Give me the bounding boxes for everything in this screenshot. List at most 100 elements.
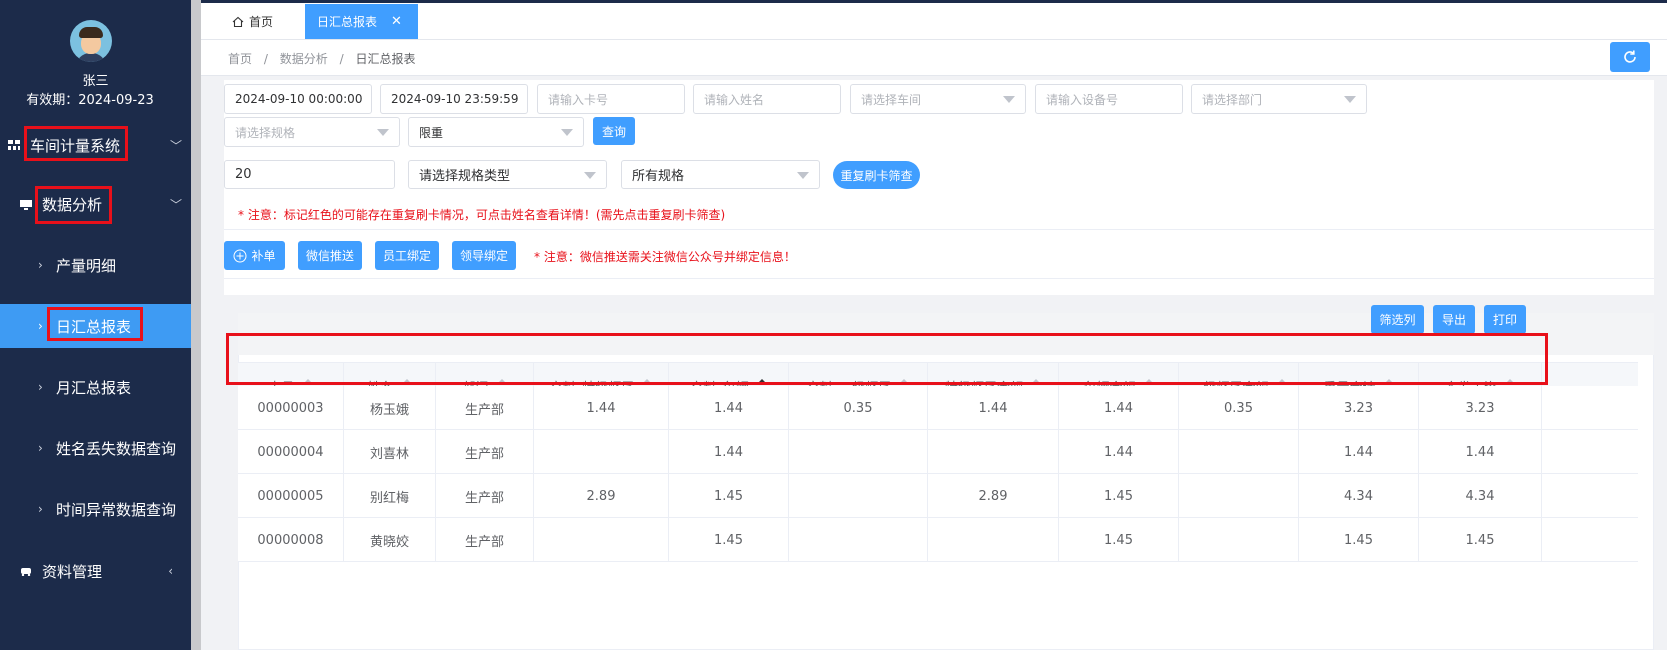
grid-icon — [8, 140, 20, 150]
table-cell: 4.34 — [1299, 474, 1419, 518]
sidebar-item-production-detail[interactable]: › 产量明细 — [0, 243, 191, 287]
limit-select[interactable]: 限重 — [408, 117, 584, 147]
name-cell[interactable]: 别红梅 — [344, 474, 436, 518]
sidebar-scrollbar[interactable] — [191, 0, 201, 650]
table-cell: 3.23 — [1419, 386, 1542, 430]
sidebar-item-daily-report[interactable]: › 日汇总报表 — [0, 304, 191, 348]
department-select-placeholder: 请选择部门 — [1202, 92, 1263, 107]
table-cell: 1.45 — [1059, 474, 1179, 518]
all-specs-select[interactable]: 所有规格 — [621, 160, 820, 189]
spec-type-select-value: 请选择规格类型 — [419, 169, 511, 184]
refresh-button[interactable] — [1610, 42, 1650, 72]
name-input[interactable]: 请输入姓名 — [693, 84, 841, 114]
divider — [224, 278, 1654, 279]
menu-label: 日汇总报表 — [56, 317, 132, 336]
table-cell: 1.44 — [534, 386, 669, 430]
sidebar-item-missing-name-query[interactable]: › 姓名丢失数据查询 — [0, 426, 191, 470]
wechat-push-button[interactable]: 微信推送 — [298, 241, 362, 270]
table-cell — [928, 518, 1059, 562]
table-cell: 1.44 — [669, 386, 789, 430]
table-cell — [1179, 474, 1299, 518]
caret-down-icon — [584, 172, 596, 179]
table-cell: 1.45 — [669, 474, 789, 518]
workshop-select[interactable]: 请选择车间 — [850, 84, 1026, 114]
sidebar-item-time-anomaly-query[interactable]: › 时间异常数据查询 — [0, 487, 191, 531]
breadcrumb-item[interactable]: 数据分析 — [280, 52, 328, 66]
sidebar-item-monthly-report[interactable]: › 月汇总报表 — [0, 365, 191, 409]
table-cell: 1.44 — [669, 430, 789, 474]
duplicate-swipe-filter-button[interactable]: 重复刷卡筛查 — [833, 161, 920, 189]
menu-label: 月汇总报表 — [56, 378, 132, 397]
table-cell: 生产部 — [436, 474, 534, 518]
monitor-icon — [20, 200, 32, 210]
table-cell: 生产部 — [436, 386, 534, 430]
breadcrumb-separator: / — [339, 52, 344, 66]
avatar[interactable] — [70, 20, 112, 62]
tab-daily-report[interactable]: 日汇总报表 ✕ — [305, 4, 418, 39]
menu-workshop-system[interactable]: 车间计量系统 ﹀ — [0, 123, 191, 167]
table-cell: 1.44 — [1059, 386, 1179, 430]
chevron-right-icon: › — [38, 258, 43, 272]
caret-down-icon — [377, 129, 389, 136]
top-border — [201, 0, 1667, 3]
name-cell[interactable]: 刘喜林 — [344, 430, 436, 474]
divider — [224, 229, 1654, 230]
chevron-right-icon: › — [38, 380, 43, 394]
workshop-select-placeholder: 请选择车间 — [861, 92, 922, 107]
name-cell[interactable]: 杨玉娥 — [344, 386, 436, 430]
query-button[interactable]: 查询 — [593, 117, 635, 145]
chevron-down-icon: ﹀ — [169, 197, 182, 212]
table-cell: 3.23 — [1299, 386, 1419, 430]
add-record-button[interactable]: 补单 — [224, 241, 285, 270]
table-cell — [1179, 518, 1299, 562]
menu-data-management[interactable]: 资料管理 ‹ — [0, 549, 191, 593]
avatar-hair — [79, 27, 103, 38]
all-specs-select-value: 所有规格 — [632, 169, 685, 184]
table-cell: 1.44 — [1059, 430, 1179, 474]
filter-columns-button[interactable]: 筛选列 — [1371, 305, 1424, 334]
avatar-body — [76, 53, 106, 62]
menu-data-analysis[interactable]: 数据分析 ﹀ — [0, 182, 191, 226]
table-cell: 1.44 — [928, 386, 1059, 430]
end-time-field[interactable]: 2024-09-10 23:59:59 — [380, 84, 528, 114]
limit-select-value: 限重 — [419, 125, 444, 140]
caret-down-icon — [1003, 96, 1015, 103]
breadcrumb-item[interactable]: 首页 — [228, 52, 252, 66]
table-cell — [789, 518, 928, 562]
print-button[interactable]: 打印 — [1484, 305, 1526, 334]
tab-label: 日汇总报表 — [317, 15, 378, 29]
sidebar: 张三 有效期：2024-09-23 车间计量系统 ﹀ 数据分析 ﹀ › 产量明细… — [0, 0, 191, 650]
chevron-right-icon: › — [38, 319, 43, 333]
table-cell: 2.89 — [534, 474, 669, 518]
spec-type-select[interactable]: 请选择规格类型 — [408, 160, 607, 189]
chevron-left-icon: ‹ — [168, 564, 173, 578]
menu-label: 时间异常数据查询 — [56, 500, 177, 519]
table-cell: 4.34 — [1419, 474, 1542, 518]
table-cell — [789, 474, 928, 518]
employee-bind-button[interactable]: 员工绑定 — [375, 241, 439, 270]
department-select[interactable]: 请选择部门 — [1191, 84, 1367, 114]
table-cell — [534, 430, 669, 474]
plus-circle-icon — [233, 249, 247, 262]
card-number-input[interactable]: 请输入卡号 — [537, 84, 685, 114]
count-input[interactable]: 20 — [224, 160, 395, 189]
table-cell: 00000008 — [238, 518, 344, 562]
duplicate-notice: * 注意：标记红色的可能存在重复刷卡情况，可点击姓名查看详情！(需先点击重复刷卡… — [238, 208, 726, 222]
tab-home[interactable]: 首页 — [232, 4, 273, 39]
breadcrumb-bar — [201, 40, 1667, 76]
caret-down-icon — [1344, 96, 1356, 103]
table-cell — [1179, 430, 1299, 474]
caret-down-icon — [561, 129, 573, 136]
start-time-field[interactable]: 2024-09-10 00:00:00 — [224, 84, 372, 114]
leader-bind-button[interactable]: 领导绑定 — [452, 241, 516, 270]
table-cell: 1.45 — [1419, 518, 1542, 562]
export-button[interactable]: 导出 — [1433, 305, 1475, 334]
refresh-icon — [1624, 50, 1636, 63]
close-icon[interactable]: ✕ — [391, 14, 402, 29]
menu-label: 姓名丢失数据查询 — [56, 439, 177, 458]
tab-bar — [201, 0, 1667, 40]
spec-select[interactable]: 请选择规格 — [224, 117, 400, 147]
device-number-input[interactable]: 请输入设备号 — [1035, 84, 1183, 114]
name-cell[interactable]: 黄晓姣 — [344, 518, 436, 562]
table-cell: 生产部 — [436, 518, 534, 562]
